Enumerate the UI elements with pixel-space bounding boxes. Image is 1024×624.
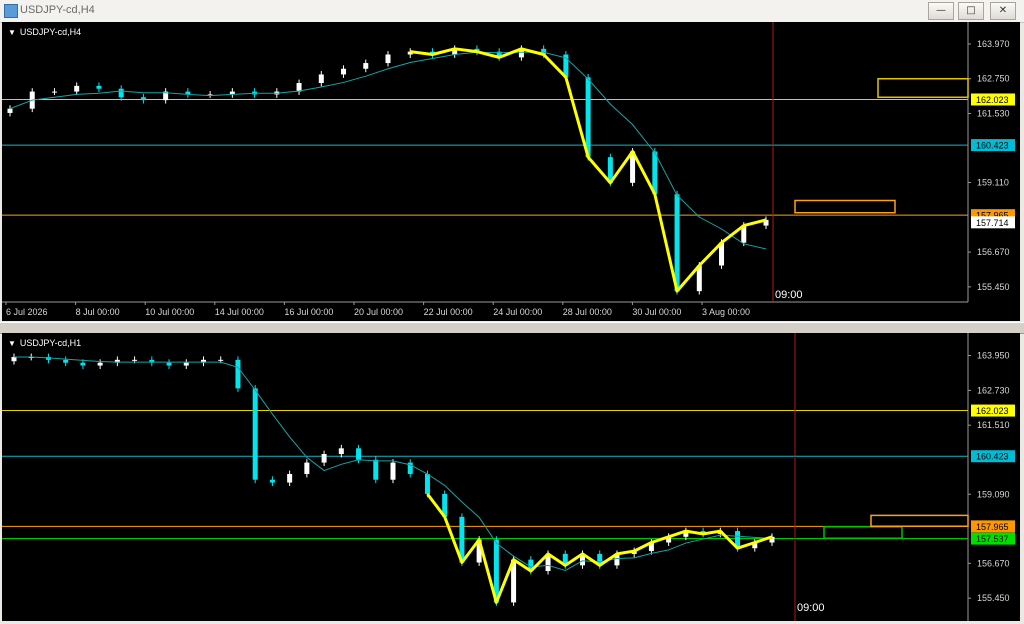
- candle-body: [51, 91, 57, 93]
- candle-body: [385, 54, 391, 64]
- close-button[interactable]: ✕: [990, 2, 1016, 20]
- zone-rectangle: [823, 526, 903, 539]
- h1-chart-svg[interactable]: 163.950 162.730 161.510 159.090 156.670 155.4…: [2, 333, 1020, 621]
- h4-chart-svg[interactable]: 163.970 162.750 161.530 159.110 156.670 155.4…: [2, 22, 1020, 321]
- candle-body: [373, 459, 379, 480]
- candle-body: [11, 356, 17, 362]
- candle-body: [390, 462, 396, 480]
- price-tick-label: 162.730: [977, 385, 1010, 395]
- candle-body: [269, 479, 275, 483]
- candle-body: [183, 362, 189, 366]
- time-tick-label: 24 Jul 00:00: [493, 307, 542, 317]
- candle-body: [118, 88, 124, 98]
- candle-body: [287, 474, 293, 483]
- moving-average-line: [9, 51, 767, 250]
- candle-body: [63, 359, 69, 363]
- price-tick-label: 159.090: [977, 489, 1010, 499]
- candle-body: [304, 462, 310, 474]
- candle-body: [356, 448, 362, 460]
- candle-body: [585, 77, 591, 158]
- time-tick-label: 8 Jul 00:00: [76, 307, 120, 317]
- zone-rectangle: [877, 77, 969, 99]
- price-tick-label: 162.750: [977, 74, 1010, 84]
- h4-title-text: USDJPY-cd,H4: [19, 27, 82, 37]
- candle-body: [341, 68, 347, 75]
- candle-body: [321, 454, 327, 463]
- price-badge-label: 162.023: [976, 95, 1009, 105]
- dropdown-triangle-icon[interactable]: ▼: [8, 28, 16, 37]
- price-tick-label: 156.670: [977, 247, 1010, 257]
- time-tick-label: 14 Jul 00:00: [215, 307, 264, 317]
- window-title: USDJPY-cd,H4: [20, 4, 95, 16]
- price-badge-label: 157.714: [976, 218, 1009, 228]
- candle-body: [252, 388, 258, 480]
- candle-body: [74, 85, 80, 92]
- h1-chart-title: ▼ USDJPY-cd,H1: [8, 338, 81, 348]
- time-tick-label: 10 Jul 00:00: [145, 307, 194, 317]
- candle-body: [80, 362, 86, 366]
- price-badge-label: 157.537: [976, 534, 1009, 544]
- candle-body: [318, 74, 324, 84]
- price-tick-label: 155.450: [977, 593, 1010, 603]
- candle-body: [218, 359, 224, 361]
- target-rectangle: [870, 514, 969, 527]
- price-badge-label: 160.423: [976, 452, 1009, 462]
- price-tick-label: 159.110: [977, 178, 1009, 188]
- time-tick-label: 6 Jul 2026: [6, 307, 48, 317]
- candle-body: [363, 63, 369, 69]
- time-tick-label: 28 Jul 00:00: [563, 307, 612, 317]
- chart-pane-h4[interactable]: 163.970 162.750 161.530 159.110 156.670 155.4…: [2, 22, 1020, 321]
- h1-title-text: USDJPY-cd,H1: [19, 338, 82, 348]
- chart-pane-h1[interactable]: 163.950 162.730 161.510 159.090 156.670 155.4…: [2, 333, 1020, 621]
- restore-button[interactable]: □: [958, 2, 984, 20]
- current-time-label: 09:00: [775, 289, 803, 301]
- window-titlebar: USDJPY-cd,H4 — □ ✕: [0, 0, 1024, 23]
- price-tick-label: 156.670: [977, 558, 1010, 568]
- h4-chart-title: ▼ USDJPY-cd,H4: [8, 27, 81, 37]
- price-tick-label: 161.530: [977, 109, 1010, 119]
- candle-body: [7, 108, 13, 113]
- candle-body: [166, 362, 172, 366]
- candle-body: [674, 194, 680, 292]
- price-tick-label: 155.450: [977, 282, 1010, 292]
- target-rectangle: [794, 199, 896, 214]
- candle-body: [235, 359, 241, 389]
- candle-body: [338, 448, 344, 455]
- candle-body: [96, 85, 102, 89]
- candle-body: [424, 474, 430, 494]
- candle-body: [140, 97, 146, 101]
- minimize-button[interactable]: —: [928, 2, 954, 20]
- price-badge-label: 162.023: [976, 406, 1009, 416]
- price-badge-label: 157.965: [976, 522, 1009, 532]
- price-badge-label: 160.423: [976, 141, 1009, 151]
- candle-body: [132, 359, 138, 361]
- price-tick-label: 161.510: [977, 420, 1010, 430]
- time-tick-label: 22 Jul 00:00: [424, 307, 473, 317]
- time-tick-label: 16 Jul 00:00: [284, 307, 333, 317]
- candle-body: [97, 362, 103, 366]
- dropdown-triangle-icon[interactable]: ▼: [8, 339, 16, 348]
- current-time-label: 09:00: [797, 602, 825, 614]
- price-tick-label: 163.950: [977, 351, 1010, 361]
- time-tick-label: 30 Jul 00:00: [632, 307, 681, 317]
- time-tick-label: 20 Jul 00:00: [354, 307, 403, 317]
- time-tick-label: 3 Aug 00:00: [702, 307, 750, 317]
- price-tick-label: 163.970: [977, 39, 1010, 49]
- chart-window-icon: [4, 4, 18, 18]
